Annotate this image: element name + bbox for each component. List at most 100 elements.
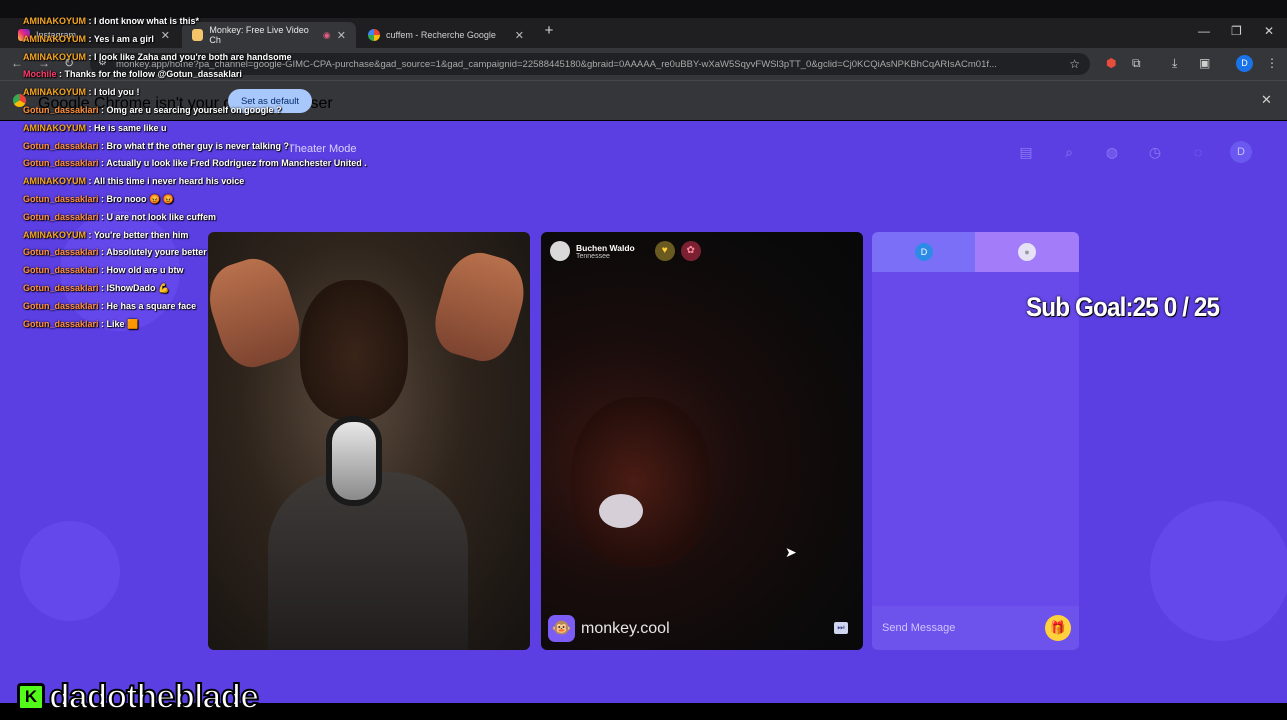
extensions-puzzle-icon[interactable]: ⧉ [1132,56,1141,71]
restore-icon[interactable]: ❐ [1231,24,1242,38]
download-icon[interactable]: ⤓ [1172,56,1177,71]
chat-text: Thanks for the follow @Gotun_dassaklari [64,69,242,80]
close-icon[interactable]: ✕ [515,29,524,42]
chat-message: Gotun_dassaklari : IShowDado 💪 [23,283,169,294]
chat-separator: : [98,318,107,329]
recording-icon: ◉ [322,29,331,40]
tab-chat-remote[interactable]: ● [975,232,1079,272]
chat-message: Gotun_dassaklari : Bro nooo 😡 😡 [23,194,174,205]
chat-separator: : [86,229,94,240]
chat-text: Bro nooo 😡 😡 [106,194,174,204]
monkey-favicon-icon [192,29,204,41]
chat-text: Omg are u searcing yourself on google ? [106,105,282,115]
chat-separator: : [86,122,94,133]
minimize-icon[interactable]: — [1198,24,1210,38]
history-icon[interactable]: ◷ [1144,141,1166,163]
kick-logo-icon: K [17,683,45,711]
close-icon[interactable]: ✕ [161,29,170,42]
tab-google[interactable]: cuffem - Recherche Google ✕ [358,22,534,48]
chat-text: Yes i am a girl [93,33,154,44]
chat-separator: : [98,283,107,293]
chat-separator: : [98,211,107,222]
friends-icon[interactable]: ◍ [1101,141,1123,163]
monkey-logo-icon: 🐵 [548,615,575,642]
menu-icon[interactable]: ⋮ [1266,56,1278,70]
screen: Instagram ✕ Monkey: Free Live Video Ch ◉… [0,0,1287,720]
monkey-app-page: Theater Mode ▤ ⌕ ◍ ◷ ◌ D Buchen Waldo Te… [0,121,1287,703]
video-figure [599,494,643,528]
video-figure [208,250,309,375]
chat-username: Gotun_dassaklari [23,247,99,258]
user-avatar: D [915,243,933,261]
chat-separator: : [56,69,65,80]
chat-message: AMINAKOYUM : Yes i am a girl [23,34,154,44]
chat-username: AMINAKOYUM [23,87,86,98]
remote-user-avatar[interactable] [550,241,570,261]
skip-icon[interactable]: ⏭ [834,622,848,634]
chat-separator: : [86,51,94,62]
chat-username: Gotun_dassaklari [23,283,99,293]
tab-chat-self[interactable]: D [872,232,976,272]
chat-message: AMINAKOYUM : I look like Zaha and you're… [23,52,292,62]
chat-message: AMINAKOYUM : All this time i never heard… [23,176,244,186]
bookmark-star-icon[interactable]: ☆ [1069,57,1080,71]
remote-user-info: Buchen Waldo Tennessee [576,243,635,260]
header-avatar[interactable]: D [1230,141,1252,163]
chat-separator: : [98,265,107,276]
chat-text: Like 🟧 [106,318,139,329]
bg-decoration [20,521,120,621]
video-figure [571,397,711,567]
close-icon[interactable]: ✕ [337,29,346,42]
chat-message: Gotun_dassaklari : Bro what tf the other… [23,141,289,151]
profile-avatar[interactable]: D [1236,55,1253,72]
extension-icon[interactable]: ⬢ [1106,56,1116,70]
sub-goal-overlay: Sub Goal:25 0 / 25 [1026,292,1220,322]
gift-icon[interactable]: 🎁 [1045,615,1071,641]
chat-username: Gotun_dassaklari [23,211,99,222]
chat-message: Gotun_dassaklari : He has a square face [23,301,196,311]
chat-username: Mochile [23,69,57,80]
close-window-icon[interactable]: ✕ [1264,24,1274,38]
search-icon[interactable]: ⌕ [1058,141,1080,163]
tab-label: Monkey: Free Live Video Ch [209,25,309,45]
new-tab-button[interactable]: + [540,22,558,42]
chat-username: Gotun_dassaklari [23,140,99,151]
heart-badge-icon[interactable]: ♥ [654,241,675,261]
bg-decoration [1150,501,1287,641]
chat-message: AMINAKOYUM : I dont know what is this* [23,16,199,26]
microphone-icon [332,422,376,500]
streamer-name: dadotheblade [48,678,260,716]
theater-mode-button[interactable]: Theater Mode [288,143,356,155]
chat-separator: : [98,105,107,115]
tab-label: cuffem - Recherche Google [386,30,496,40]
chat-separator: : [86,16,94,26]
chat-separator: : [98,300,107,311]
back-icon[interactable]: ← [11,56,23,70]
side-panel-icon[interactable]: ▣ [1199,56,1210,70]
chat-text: U are not look like cuffem [106,211,217,222]
chat-text: I dont know what is this* [94,16,200,26]
chat-separator: : [86,176,94,187]
gift-badge-icon[interactable]: ✿ [680,241,701,261]
chat-username: Gotun_dassaklari [23,105,99,115]
video-figure [300,280,408,420]
chat-username: AMINAKOYUM [23,229,86,240]
shop-icon[interactable]: ▤ [1015,141,1037,163]
messages-icon[interactable]: ◌ [1187,141,1209,163]
header-icons: ▤ ⌕ ◍ ◷ ◌ D [1015,141,1252,163]
send-message-input[interactable]: Send Message 🎁 [872,606,1079,650]
close-infobar-icon[interactable]: ✕ [1261,92,1272,108]
watermark: 🐵 monkey.cool [548,615,670,642]
chat-text: You're better then him [93,229,189,240]
local-video [208,232,530,650]
chat-username: Gotun_dassaklari [23,318,99,329]
google-icon [368,29,380,41]
chat-username: AMINAKOYUM [23,176,86,187]
chat-text: He is same like u [94,122,167,133]
chat-separator: : [86,33,94,44]
chat-separator: : [98,140,107,151]
tab-monkey[interactable]: Monkey: Free Live Video Ch ◉ ✕ [182,22,356,48]
chat-message: Gotun_dassaklari : Omg are u searcing yo… [23,105,282,115]
streamer-branding: K dadotheblade [17,678,260,716]
chat-text: IShowDado 💪 [106,283,170,293]
